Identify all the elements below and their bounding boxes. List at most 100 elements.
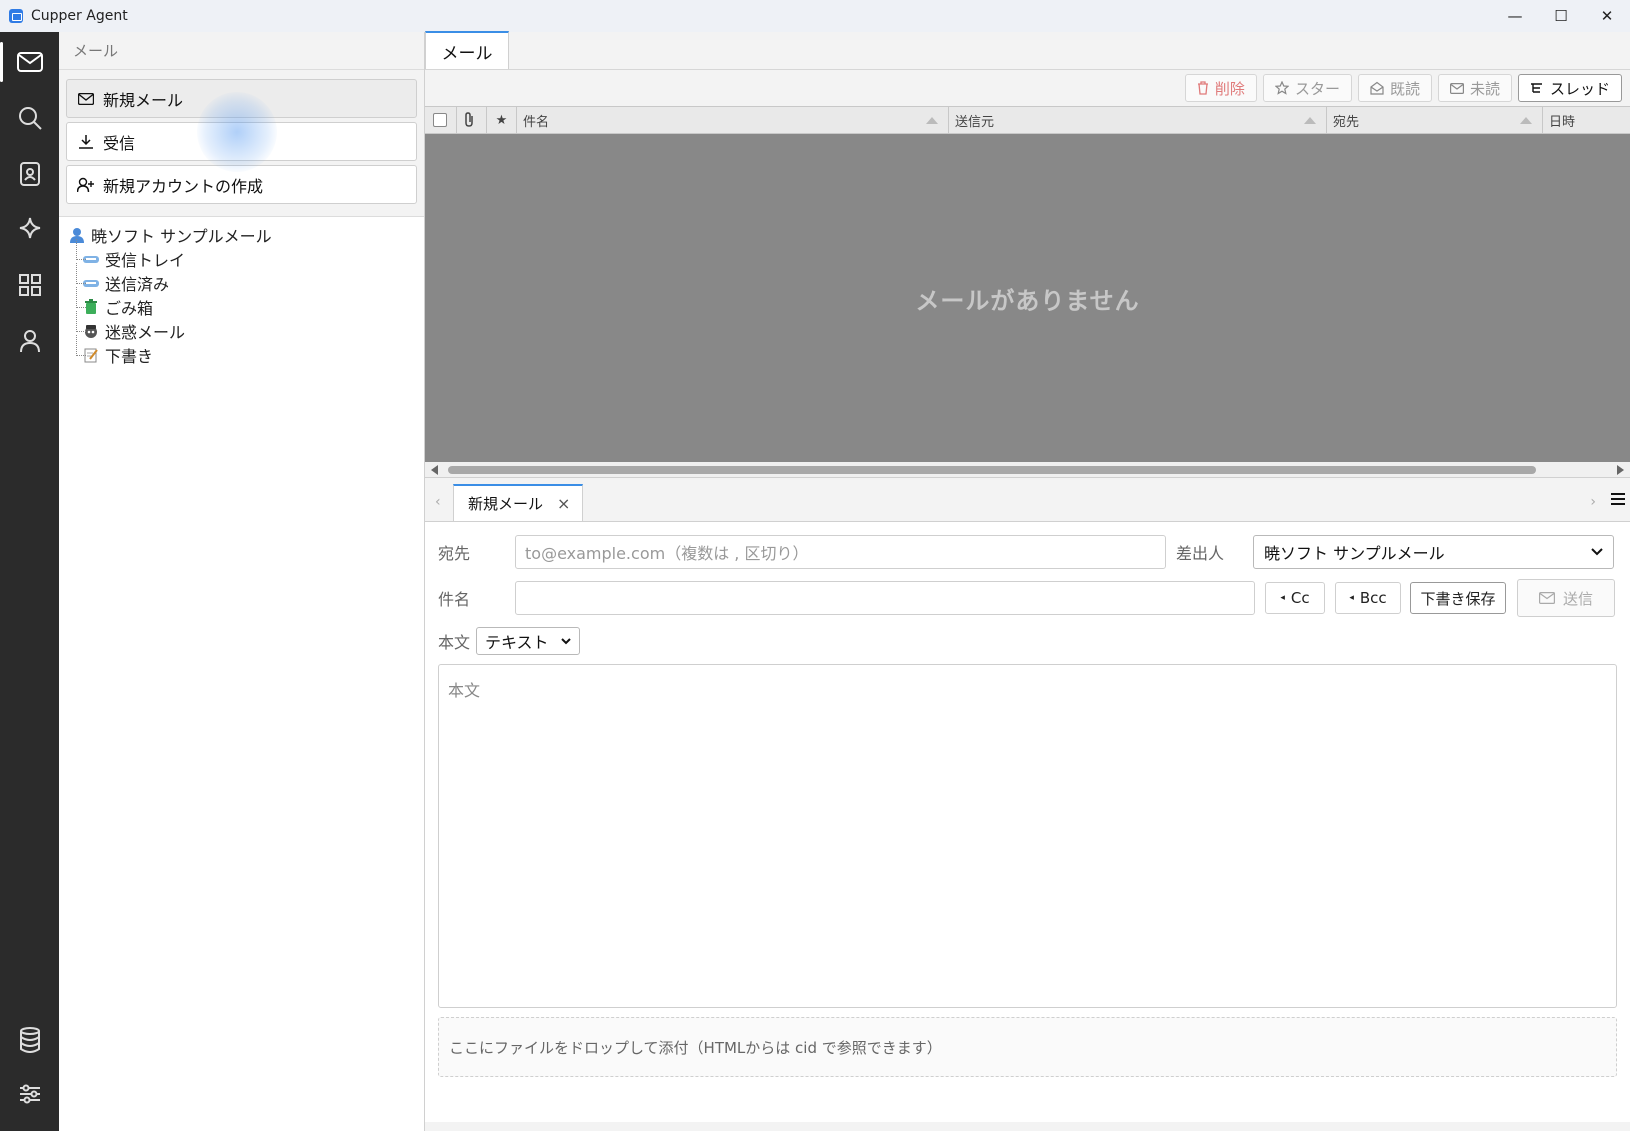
ai-nav[interactable] bbox=[0, 200, 59, 256]
to-column-label: 宛先 bbox=[1333, 114, 1360, 130]
body-label: 本文 bbox=[438, 633, 471, 652]
drop-hint: ここにファイルをドロップして添付（HTMLからは cid で参照できます） bbox=[449, 1038, 942, 1057]
receive-button[interactable]: 受信 bbox=[66, 122, 417, 161]
folder-tree: 暁ソフト サンプルメール 受信トレイ 送信済み ごみ箱 迷惑メール 下書き bbox=[59, 217, 424, 367]
main-panel: メール 削除 スター 既読 未読 スレッド ★ 件名 送信元 宛先 日時 メール… bbox=[425, 31, 1630, 1131]
menu-icon[interactable] bbox=[1610, 491, 1626, 510]
chevron-left-icon[interactable]: ‹ bbox=[435, 494, 441, 510]
select-all-checkbox[interactable] bbox=[425, 107, 457, 133]
compose-tab-label: 新規メール bbox=[468, 495, 544, 513]
close-button[interactable]: ✕ bbox=[1584, 0, 1630, 32]
empty-message: メールがありません bbox=[915, 286, 1140, 315]
folder-label: 下書き bbox=[105, 347, 154, 366]
format-value: テキスト bbox=[485, 633, 549, 652]
cc-button[interactable]: ◂ Cc bbox=[1265, 582, 1325, 614]
chevron-down-icon bbox=[561, 637, 571, 644]
mark-unread-label: 未読 bbox=[1469, 79, 1500, 98]
to-label: 宛先 bbox=[438, 544, 471, 563]
caret-left-icon: ◂ bbox=[1280, 593, 1285, 603]
compose-tabbar: ‹ 新規メール × › bbox=[425, 484, 1630, 522]
mail-list-header: ★ 件名 送信元 宛先 日時 bbox=[425, 106, 1630, 134]
body-textarea[interactable]: 本文 bbox=[438, 664, 1617, 1008]
envelope-icon bbox=[1538, 592, 1555, 604]
account-node[interactable]: 暁ソフト サンプルメール bbox=[69, 223, 424, 247]
contacts-icon bbox=[19, 162, 40, 186]
compose-form: 宛先 to@example.com（複数は , 区切り） 差出人 暁ソフト サン… bbox=[425, 522, 1630, 1122]
caret-left-icon: ◂ bbox=[1349, 593, 1354, 603]
grid-icon bbox=[18, 274, 41, 296]
folder-inbox[interactable]: 受信トレイ bbox=[69, 239, 424, 271]
subject-label: 件名 bbox=[438, 590, 471, 609]
scroll-left-icon[interactable] bbox=[431, 465, 438, 475]
mail-toolbar: 削除 スター 既読 未読 スレッド bbox=[425, 70, 1630, 106]
folder-sent[interactable]: 送信済み bbox=[69, 263, 424, 295]
new-account-button[interactable]: 新規アカウントの作成 bbox=[66, 165, 417, 204]
database-nav[interactable] bbox=[0, 1012, 59, 1068]
folder-spam[interactable]: 迷惑メール bbox=[69, 311, 424, 343]
folder-label: 受信トレイ bbox=[105, 251, 186, 270]
tab-mail[interactable]: メール bbox=[425, 31, 509, 69]
folder-trash[interactable]: ごみ箱 bbox=[69, 287, 424, 319]
horizontal-scrollbar[interactable] bbox=[425, 462, 1630, 478]
delete-label: 削除 bbox=[1214, 79, 1245, 98]
maximize-button[interactable]: ☐ bbox=[1538, 0, 1584, 32]
app-icon bbox=[9, 9, 23, 23]
search-nav[interactable] bbox=[0, 90, 59, 146]
from-select[interactable]: 暁ソフト サンプルメール bbox=[1253, 535, 1614, 569]
database-icon bbox=[19, 1027, 40, 1053]
chevron-right-icon[interactable]: › bbox=[1590, 494, 1596, 510]
sort-arrow-icon bbox=[1304, 117, 1316, 124]
thread-button[interactable]: スレッド bbox=[1517, 74, 1622, 102]
thread-label: スレッド bbox=[1549, 79, 1610, 98]
scroll-right-icon[interactable] bbox=[1617, 465, 1624, 475]
mark-unread-button[interactable]: 未読 bbox=[1437, 74, 1512, 102]
apps-nav[interactable] bbox=[0, 257, 59, 313]
star-column[interactable]: ★ bbox=[487, 107, 517, 133]
close-icon[interactable]: × bbox=[557, 494, 570, 513]
scrollbar-thumb[interactable] bbox=[448, 466, 1536, 474]
format-select[interactable]: テキスト bbox=[476, 627, 580, 655]
cc-label: Cc bbox=[1290, 589, 1310, 607]
new-mail-button[interactable]: 新規メール bbox=[66, 79, 417, 118]
subject-column[interactable]: 件名 bbox=[517, 107, 949, 133]
sparkle-icon bbox=[19, 217, 40, 239]
new-mail-label: 新規メール bbox=[103, 90, 184, 110]
mail-nav[interactable] bbox=[0, 34, 59, 90]
from-column[interactable]: 送信元 bbox=[949, 107, 1327, 133]
sidebar-header: メール bbox=[59, 32, 424, 70]
bcc-button[interactable]: ◂ Bcc bbox=[1335, 582, 1401, 614]
mail-icon bbox=[77, 90, 95, 108]
delete-button[interactable]: 削除 bbox=[1184, 74, 1257, 102]
activity-bar bbox=[0, 32, 59, 1131]
star-button[interactable]: スター bbox=[1262, 74, 1352, 102]
receive-label: 受信 bbox=[103, 133, 136, 153]
from-label: 差出人 bbox=[1176, 544, 1225, 563]
to-input[interactable]: to@example.com（複数は , 区切り） bbox=[515, 535, 1166, 569]
sort-arrow-icon bbox=[926, 117, 938, 124]
profile-nav[interactable] bbox=[0, 313, 59, 369]
mark-read-button[interactable]: 既読 bbox=[1357, 74, 1432, 102]
settings-nav[interactable] bbox=[0, 1066, 59, 1122]
send-button[interactable]: 送信 bbox=[1517, 579, 1615, 617]
tab-new-mail[interactable]: 新規メール × bbox=[453, 484, 583, 521]
subject-column-label: 件名 bbox=[523, 114, 550, 130]
from-column-label: 送信元 bbox=[955, 114, 995, 130]
contacts-nav[interactable] bbox=[0, 146, 59, 202]
envelope-open-icon bbox=[1370, 81, 1384, 95]
attachment-column[interactable] bbox=[457, 107, 487, 133]
save-draft-button[interactable]: 下書き保存 bbox=[1410, 582, 1506, 614]
user-icon bbox=[19, 330, 40, 353]
subject-input[interactable] bbox=[515, 581, 1255, 615]
to-placeholder: to@example.com（複数は , 区切り） bbox=[525, 544, 809, 563]
attachment-dropzone[interactable]: ここにファイルをドロップして添付（HTMLからは cid で参照できます） bbox=[438, 1017, 1617, 1077]
minimize-button[interactable]: — bbox=[1492, 0, 1538, 32]
folder-label: ごみ箱 bbox=[105, 299, 154, 318]
send-label: 送信 bbox=[1562, 589, 1593, 608]
title-bar: Cupper Agent — ☐ ✕ bbox=[0, 0, 1630, 32]
date-column[interactable]: 日時 bbox=[1543, 107, 1630, 133]
paperclip-icon bbox=[465, 112, 473, 127]
to-column[interactable]: 宛先 bbox=[1327, 107, 1543, 133]
folder-drafts[interactable]: 下書き bbox=[69, 335, 424, 367]
account-name: 暁ソフト サンプルメール bbox=[91, 227, 272, 246]
search-icon bbox=[18, 107, 42, 130]
